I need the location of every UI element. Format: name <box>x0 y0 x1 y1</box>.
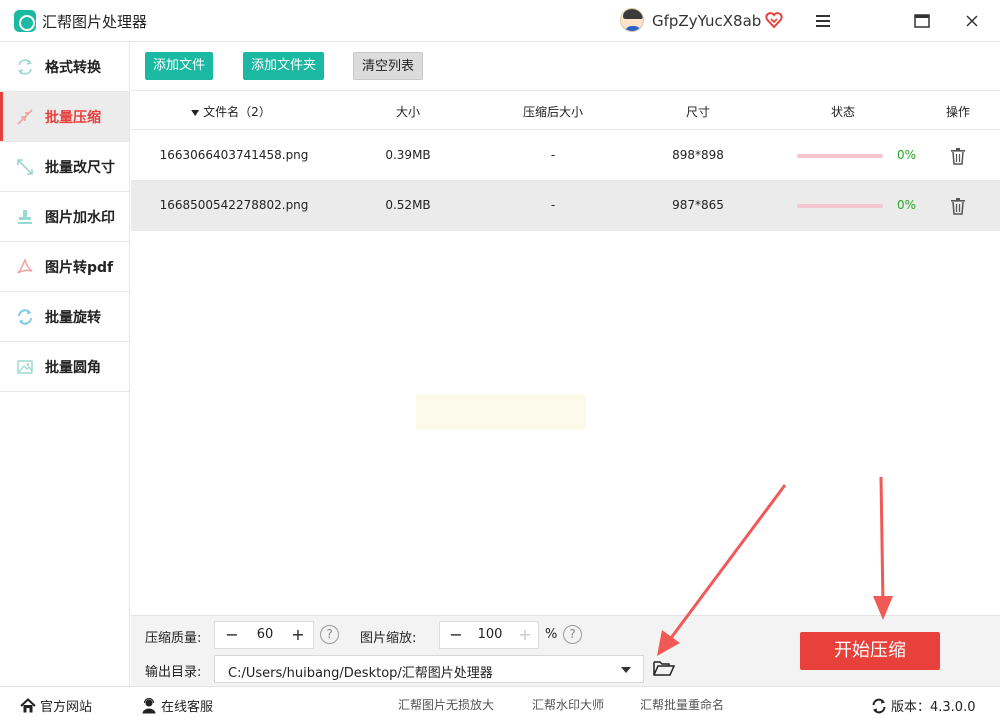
row-dimensions: 898*898 <box>672 148 724 162</box>
output-dir-select[interactable]: C:/Users/huibang/Desktop/汇帮图片处理器 <box>214 655 644 683</box>
hamburger-icon <box>816 15 830 27</box>
row-progress-bar <box>797 204 883 208</box>
home-icon <box>20 697 36 712</box>
table-row[interactable]: 1663066403741458.png 0.39MB - 898*898 0% <box>131 131 1000 181</box>
sidebar-item-label: 格式转换 <box>45 59 101 76</box>
add-folder-button[interactable]: 添加文件夹 <box>243 52 325 80</box>
scale-help-icon[interactable]: ? <box>563 625 582 644</box>
username[interactable]: GfpZyYucX8ab <box>652 12 761 30</box>
column-filename-label: 文件名（2） <box>203 105 271 119</box>
column-size: 大小 <box>395 105 421 119</box>
watermark-icon <box>18 209 32 224</box>
column-filename[interactable]: 文件名（2） <box>191 103 271 120</box>
title-bar: 汇帮图片处理器 GfpZyYucX8ab <box>0 0 1000 42</box>
app-title: 汇帮图片处理器 <box>42 13 148 31</box>
sidebar-item-batch-resize[interactable]: 批量改尺寸 <box>0 142 129 192</box>
footer: 官方网站 在线客服 汇帮图片无损放大 汇帮水印大师 汇帮批量重命名 版本：4.3… <box>0 686 1000 720</box>
menu-button[interactable] <box>810 8 836 34</box>
file-table-header: 文件名（2） 大小 压缩后大小 尺寸 状态 操作 <box>131 90 1000 130</box>
sidebar-item-format-convert[interactable]: 格式转换 <box>0 42 129 92</box>
scale-value[interactable]: 100 <box>470 627 510 642</box>
add-file-button[interactable]: 添加文件 <box>145 52 214 80</box>
quality-stepper[interactable]: − 60 + <box>214 621 314 649</box>
compress-icon <box>17 108 33 125</box>
footer-link-watermark-master[interactable]: 汇帮水印大师 <box>532 696 604 713</box>
sidebar-item-round-corner[interactable]: 批量圆角 <box>0 342 129 392</box>
row-filename: 1668500542278802.png <box>159 198 309 212</box>
quality-help-icon[interactable]: ? <box>320 625 339 644</box>
maximize-icon <box>914 14 930 28</box>
table-row[interactable]: 1668500542278802.png 0.52MB - 987*865 0% <box>131 181 1000 231</box>
online-support-link[interactable]: 在线客服 <box>141 696 213 715</box>
vip-heart-icon[interactable] <box>764 10 784 30</box>
sidebar-item-label: 批量改尺寸 <box>45 159 115 176</box>
faint-watermark <box>416 394 586 430</box>
row-progress-text: 0% <box>897 198 917 212</box>
footer-link-lossless-upscale[interactable]: 汇帮图片无损放大 <box>398 696 494 713</box>
app-logo-icon <box>14 10 36 32</box>
delete-icon[interactable] <box>950 197 966 215</box>
scale-unit: % <box>545 627 558 642</box>
row-dimensions: 987*865 <box>672 198 724 212</box>
refresh-icon <box>872 698 886 713</box>
row-compressed-size: - <box>550 148 556 162</box>
quality-value[interactable]: 60 <box>245 627 285 642</box>
row-size: 0.52MB <box>385 198 431 212</box>
row-progress-text: 0% <box>897 148 917 162</box>
sidebar-item-label: 批量圆角 <box>45 359 101 376</box>
quality-label: 压缩质量: <box>145 631 202 646</box>
column-actions: 操作 <box>945 105 971 119</box>
sidebar-item-label: 图片转pdf <box>45 259 114 276</box>
support-agent-icon <box>142 697 156 713</box>
delete-icon[interactable] <box>950 147 966 165</box>
sidebar: 格式转换 批量压缩 批量改尺寸 图片加水印 图片转pdf 批量旋转 批量圆角 <box>0 42 130 686</box>
sort-desc-icon <box>191 109 200 116</box>
sidebar-item-watermark[interactable]: 图片加水印 <box>0 192 129 242</box>
quality-increase-button[interactable]: + <box>287 624 309 646</box>
column-compressed-size: 压缩后大小 <box>522 105 584 119</box>
format-convert-icon <box>18 58 32 75</box>
column-status: 状态 <box>830 105 856 119</box>
scale-stepper[interactable]: − 100 + <box>439 621 539 649</box>
close-icon <box>966 15 978 27</box>
output-dir-value: C:/Users/huibang/Desktop/汇帮图片处理器 <box>228 666 493 681</box>
rotate-icon <box>18 308 32 325</box>
close-button[interactable] <box>959 8 985 34</box>
column-dimensions: 尺寸 <box>685 105 711 119</box>
sidebar-item-label: 图片加水印 <box>45 209 115 226</box>
quality-decrease-button[interactable]: − <box>221 624 243 646</box>
arrow-to-start-button <box>873 476 893 620</box>
sidebar-item-label: 批量旋转 <box>45 309 101 326</box>
sidebar-item-batch-rotate[interactable]: 批量旋转 <box>0 292 129 342</box>
sidebar-item-to-pdf[interactable]: 图片转pdf <box>0 242 129 292</box>
official-website-link[interactable]: 官方网站 <box>20 696 92 715</box>
sidebar-item-label: 批量压缩 <box>45 109 101 126</box>
online-support-label: 在线客服 <box>161 700 214 715</box>
official-website-label: 官方网站 <box>40 700 93 715</box>
start-compress-button[interactable]: 开始压缩 <box>800 632 940 670</box>
output-dir-label: 输出目录: <box>145 665 202 680</box>
version-info[interactable]: 版本：4.3.0.0 <box>871 696 975 715</box>
resize-icon <box>17 158 33 175</box>
round-corner-icon <box>17 359 33 374</box>
sidebar-item-batch-compress[interactable]: 批量压缩 <box>0 92 129 142</box>
user-avatar[interactable] <box>620 8 644 32</box>
toolbar: 添加文件 添加文件夹 清空列表 <box>131 42 1000 90</box>
row-progress-bar <box>797 154 883 158</box>
row-filename: 1663066403741458.png <box>159 148 309 162</box>
version-label: 版本：4.3.0.0 <box>891 700 976 715</box>
clear-list-button[interactable]: 清空列表 <box>353 52 424 80</box>
open-folder-icon[interactable] <box>653 659 675 677</box>
maximize-button[interactable] <box>909 8 935 34</box>
scale-increase-button[interactable]: + <box>514 624 536 646</box>
scale-label: 图片缩放: <box>360 631 417 646</box>
row-size: 0.39MB <box>385 148 431 162</box>
pdf-icon <box>17 257 33 274</box>
scale-decrease-button[interactable]: − <box>445 624 467 646</box>
chevron-down-icon <box>621 667 631 673</box>
row-compressed-size: - <box>550 198 556 212</box>
footer-link-batch-rename[interactable]: 汇帮批量重命名 <box>640 696 724 713</box>
